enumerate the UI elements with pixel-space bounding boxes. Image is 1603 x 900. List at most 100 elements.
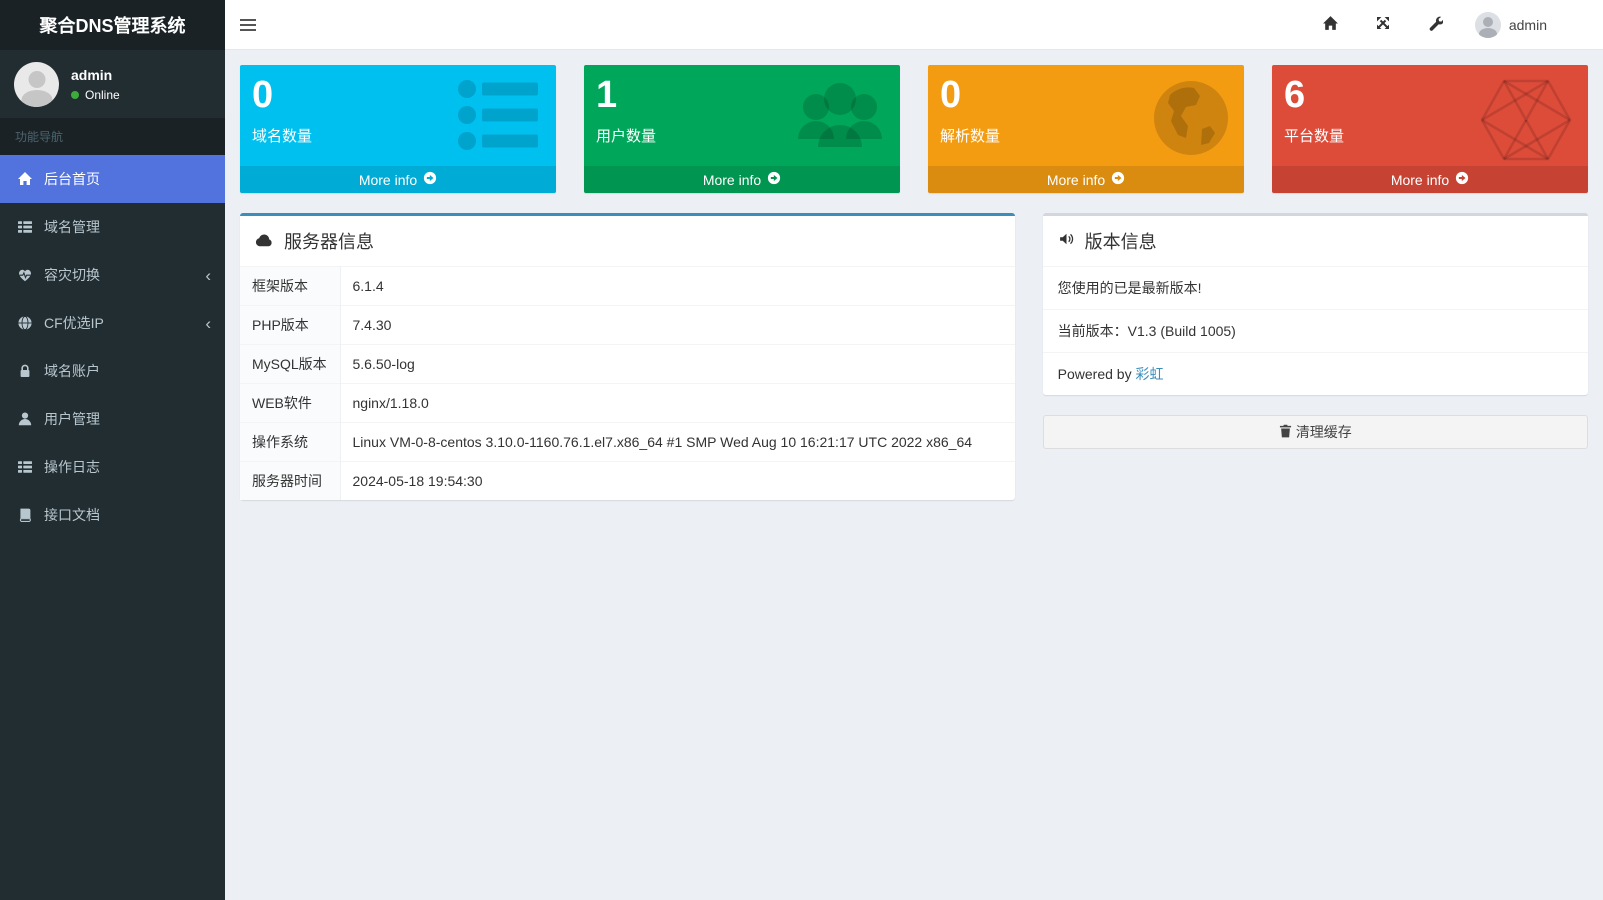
row-label: 框架版本 (240, 267, 340, 306)
sidebar-item-operation-logs[interactable]: 操作日志 (0, 443, 225, 491)
cloud-icon (255, 231, 274, 252)
sidebar-item-label: 操作日志 (44, 457, 100, 477)
sidebar-item-domain-accounts[interactable]: 域名账户 (0, 347, 225, 395)
chevron-left-icon: ‹ (205, 315, 211, 332)
sidebar-username: admin (71, 67, 120, 83)
clear-cache-label: 清理缓存 (1296, 422, 1352, 442)
arrow-circle-right-icon (423, 171, 437, 188)
home-icon (15, 171, 35, 187)
book-icon (15, 507, 35, 523)
row-value: 6.1.4 (340, 267, 1015, 306)
table-row: 框架版本 6.1.4 (240, 267, 1015, 306)
table-row: 服务器时间 2024-05-18 19:54:30 (240, 462, 1015, 501)
user-icon (15, 411, 35, 427)
sidebar-item-label: CF优选IP (44, 313, 104, 333)
panels-row: 服务器信息 框架版本 6.1.4 PHP版本 7.4.30 MySQL版本 5.… (226, 213, 1602, 520)
row-value: 2024-05-18 19:54:30 (340, 462, 1015, 501)
more-info-label: More info (1391, 172, 1449, 188)
table-row: WEB软件 nginx/1.18.0 (240, 384, 1015, 423)
arrow-circle-right-icon (1111, 171, 1125, 188)
sidebar-menu: 后台首页 域名管理 容灾切换 ‹ CF优选IP ‹ 域名账户 (0, 155, 225, 539)
home-icon (1322, 15, 1339, 35)
table-row: 操作系统 Linux VM-0-8-centos 3.10.0-1160.76.… (240, 423, 1015, 462)
row-value: Linux VM-0-8-centos 3.10.0-1160.76.1.el7… (340, 423, 1015, 462)
volume-icon (1058, 231, 1075, 252)
avatar (14, 62, 59, 107)
row-value: nginx/1.18.0 (340, 384, 1015, 423)
version-info-header: 版本信息 (1043, 216, 1588, 266)
app-logo[interactable]: 聚合DNS管理系统 (0, 0, 225, 50)
stat-box-platforms: 6 平台数量 More info (1272, 65, 1588, 193)
sidebar: 聚合DNS管理系统 admin Online 功能导航 后台首页 域名管理 (0, 0, 225, 900)
network-icon (1476, 77, 1576, 163)
sidebar-item-domain-management[interactable]: 域名管理 (0, 203, 225, 251)
stat-box-users: 1 用户数量 More info (584, 65, 900, 193)
sidebar-user-panel: admin Online (0, 50, 225, 118)
powered-by-label: Powered by (1058, 366, 1136, 382)
sidebar-item-label: 后台首页 (44, 169, 100, 189)
sidebar-item-user-management[interactable]: 用户管理 (0, 395, 225, 443)
stat-box-domains: 0 域名数量 More info (240, 65, 556, 193)
online-label: Online (85, 88, 120, 102)
powered-by-link[interactable]: 彩虹 (1135, 366, 1163, 382)
navbar-username: admin (1509, 17, 1547, 33)
list-icon (456, 77, 544, 153)
sidebar-item-label: 容灾切换 (44, 265, 100, 285)
clear-cache-button[interactable]: 清理缓存 (1043, 415, 1588, 449)
stat-boxes-row: 0 域名数量 More info 1 用户数量 (226, 65, 1602, 213)
powered-by: Powered by 彩虹 (1043, 352, 1588, 395)
version-info-title: 版本信息 (1085, 228, 1157, 254)
table-row: PHP版本 7.4.30 (240, 306, 1015, 345)
home-button[interactable] (1304, 0, 1357, 50)
sidebar-user-status: Online (71, 88, 120, 102)
fullscreen-button[interactable] (1357, 0, 1409, 50)
more-info-label: More info (1047, 172, 1105, 188)
sidebar-item-label: 用户管理 (44, 409, 100, 429)
wrench-icon (1427, 15, 1443, 34)
row-label: MySQL版本 (240, 345, 340, 384)
list-icon (15, 219, 35, 235)
fullscreen-icon (1375, 15, 1391, 34)
user-menu[interactable]: admin (1461, 0, 1551, 50)
settings-button[interactable] (1409, 0, 1461, 50)
arrow-circle-right-icon (767, 171, 781, 188)
more-info-label: More info (359, 172, 417, 188)
sidebar-section-label: 功能导航 (0, 118, 225, 155)
server-info-header: 服务器信息 (240, 216, 1015, 266)
sidebar-item-label: 接口文档 (44, 505, 100, 525)
row-label: PHP版本 (240, 306, 340, 345)
more-info-link[interactable]: More info (928, 166, 1244, 193)
more-info-link[interactable]: More info (584, 166, 900, 193)
globe-icon (1150, 77, 1232, 159)
avatar (1475, 12, 1501, 38)
version-info-panel: 版本信息 您使用的已是最新版本! 当前版本：V1.3 (Build 1005) … (1043, 213, 1588, 395)
row-label: 服务器时间 (240, 462, 340, 501)
server-info-table: 框架版本 6.1.4 PHP版本 7.4.30 MySQL版本 5.6.50-l… (240, 266, 1015, 500)
top-navbar: admin (225, 0, 1603, 50)
heartbeat-icon (15, 267, 35, 283)
online-dot-icon (71, 91, 79, 99)
list-icon (15, 459, 35, 475)
sidebar-item-failover[interactable]: 容灾切换 ‹ (0, 251, 225, 299)
server-info-panel: 服务器信息 框架版本 6.1.4 PHP版本 7.4.30 MySQL版本 5.… (240, 213, 1015, 500)
more-info-link[interactable]: More info (240, 166, 556, 193)
more-info-link[interactable]: More info (1272, 166, 1588, 193)
globe-icon (15, 315, 35, 331)
lock-icon (15, 363, 35, 379)
row-label: WEB软件 (240, 384, 340, 423)
table-row: MySQL版本 5.6.50-log (240, 345, 1015, 384)
version-latest-text: 您使用的已是最新版本! (1043, 266, 1588, 309)
sidebar-item-cf-ip[interactable]: CF优选IP ‹ (0, 299, 225, 347)
chevron-left-icon: ‹ (205, 267, 211, 284)
row-value: 5.6.50-log (340, 345, 1015, 384)
row-label: 操作系统 (240, 423, 340, 462)
users-icon (792, 77, 888, 157)
version-current-text: 当前版本：V1.3 (Build 1005) (1043, 309, 1588, 352)
stat-box-records: 0 解析数量 More info (928, 65, 1244, 193)
sidebar-item-dashboard[interactable]: 后台首页 (0, 155, 225, 203)
sidebar-item-label: 域名管理 (44, 217, 100, 237)
sidebar-toggle-button[interactable] (225, 0, 270, 50)
version-list: 您使用的已是最新版本! 当前版本：V1.3 (Build 1005) Power… (1043, 266, 1588, 395)
trash-icon (1279, 424, 1292, 441)
sidebar-item-api-docs[interactable]: 接口文档 (0, 491, 225, 539)
